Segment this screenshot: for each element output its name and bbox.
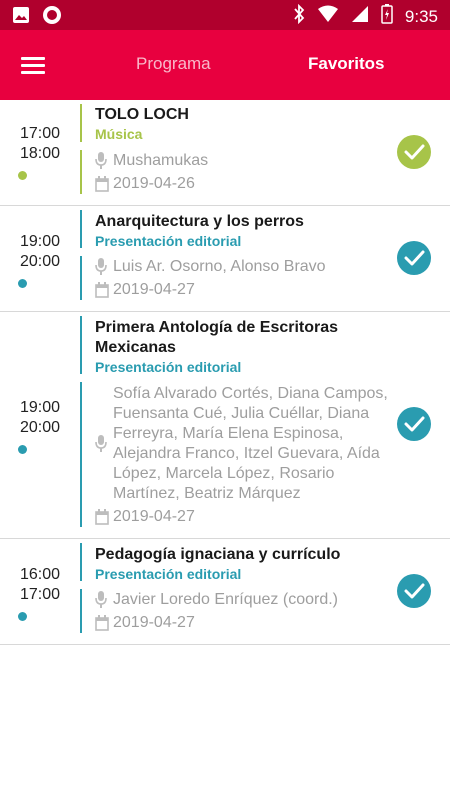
category-dot	[18, 445, 27, 454]
battery-icon	[381, 4, 393, 29]
calendar-icon	[95, 174, 109, 198]
start-time: 16:00	[19, 566, 61, 583]
clock-time: 9:35	[404, 6, 438, 26]
category-bar	[80, 210, 82, 248]
category-bar	[80, 589, 82, 633]
speakers: Mushamukas	[95, 151, 380, 171]
tab-programa[interactable]: Programa	[136, 54, 211, 74]
event-category: Presentación editorial	[95, 359, 242, 375]
event-category: Presentación editorial	[95, 566, 242, 582]
microphone-icon	[95, 257, 109, 281]
speakers: Sofía Alvarado Cortés, Diana Campos, Fue…	[95, 384, 392, 504]
list-item[interactable]: 19:00 20:00 Anarquitectura y los perros …	[0, 206, 450, 312]
record-icon	[42, 5, 62, 30]
speakers-text: Sofía Alvarado Cortés, Diana Campos, Fue…	[113, 385, 388, 502]
time-range: 19:00 20:00	[0, 232, 80, 288]
microphone-icon	[95, 434, 109, 458]
signal-icon	[351, 5, 369, 28]
speakers: Javier Loredo Enríquez (coord.)	[95, 590, 390, 610]
tab-favoritos[interactable]: Favoritos	[308, 54, 385, 74]
event-title: Pedagogía ignaciana y currículo	[95, 546, 341, 563]
favorite-check-icon[interactable]	[397, 241, 431, 275]
category-dot	[18, 612, 27, 621]
end-time: 17:00	[19, 586, 61, 603]
time-range: 16:00 17:00	[0, 565, 80, 621]
date-text: 2019-04-27	[113, 508, 195, 525]
category-bar	[80, 316, 82, 374]
favorites-list: 17:00 18:00 TOLO LOCH Música Mushamukas …	[0, 100, 450, 645]
date-text: 2019-04-27	[113, 614, 195, 631]
microphone-icon	[95, 151, 109, 175]
image-icon	[12, 6, 30, 29]
date: 2019-04-27	[95, 613, 195, 633]
menu-icon[interactable]	[21, 54, 49, 76]
favorite-check-icon[interactable]	[397, 135, 431, 169]
event-title: Anarquitectura y los perros	[95, 213, 304, 230]
favorite-check-icon[interactable]	[397, 407, 431, 441]
time-range: 19:00 20:00	[0, 398, 80, 454]
category-bar	[80, 256, 82, 300]
time-range: 17:00 18:00	[0, 124, 80, 180]
category-bar	[80, 543, 82, 581]
category-dot	[18, 171, 27, 180]
event-title: TOLO LOCH	[95, 106, 189, 123]
list-item[interactable]: 19:00 20:00 Primera Antología de Escrito…	[0, 312, 450, 539]
date: 2019-04-27	[95, 507, 195, 527]
calendar-icon	[95, 613, 109, 637]
category-dot	[18, 279, 27, 288]
end-time: 18:00	[19, 145, 61, 162]
favorite-check-icon[interactable]	[397, 574, 431, 608]
start-time: 19:00	[19, 233, 61, 250]
date-text: 2019-04-27	[113, 281, 195, 298]
end-time: 20:00	[19, 253, 61, 270]
speakers-text: Luis Ar. Osorno, Alonso Bravo	[113, 258, 326, 275]
speakers-text: Mushamukas	[113, 152, 209, 169]
wifi-icon	[317, 5, 339, 28]
calendar-icon	[95, 507, 109, 531]
start-time: 19:00	[19, 399, 61, 416]
microphone-icon	[95, 590, 109, 614]
speakers-text: Javier Loredo Enríquez (coord.)	[113, 591, 338, 608]
category-bar	[80, 104, 82, 142]
calendar-icon	[95, 280, 109, 304]
event-title: Primera Antología de Escritoras Mexicana…	[95, 319, 339, 356]
list-item[interactable]: 16:00 17:00 Pedagogía ignaciana y curríc…	[0, 539, 450, 645]
list-item[interactable]: 17:00 18:00 TOLO LOCH Música Mushamukas …	[0, 100, 450, 206]
event-category: Presentación editorial	[95, 233, 242, 249]
end-time: 20:00	[19, 419, 61, 436]
bluetooth-icon	[293, 3, 305, 29]
speakers: Luis Ar. Osorno, Alonso Bravo	[95, 257, 380, 277]
date: 2019-04-27	[95, 280, 195, 300]
date-text: 2019-04-26	[113, 175, 195, 192]
event-category: Música	[95, 126, 143, 142]
category-bar	[80, 150, 82, 194]
status-bar: 9:35	[0, 0, 450, 30]
date: 2019-04-26	[95, 174, 195, 194]
app-bar: Programa Favoritos	[0, 30, 450, 100]
start-time: 17:00	[19, 125, 61, 142]
category-bar	[80, 382, 82, 527]
